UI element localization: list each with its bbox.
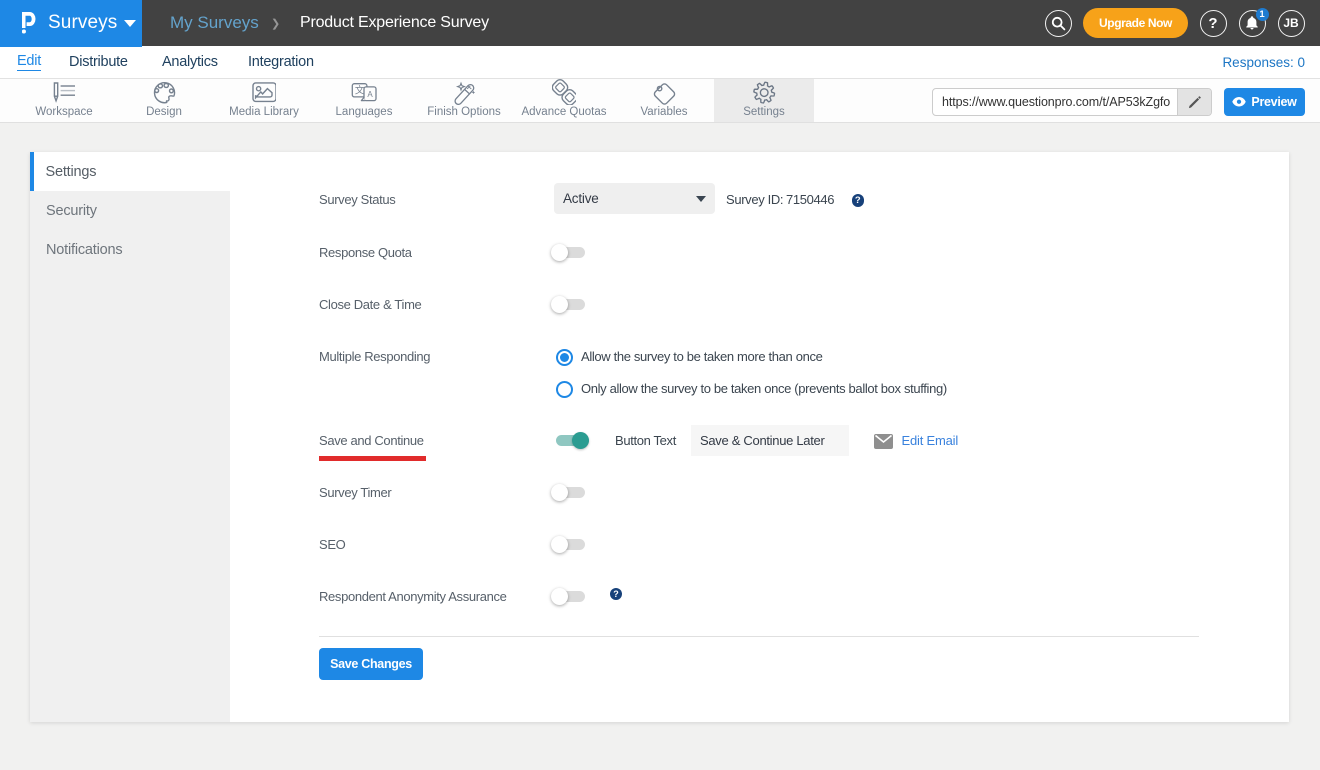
svg-text:文: 文	[355, 85, 365, 97]
svg-text:A: A	[367, 90, 373, 99]
